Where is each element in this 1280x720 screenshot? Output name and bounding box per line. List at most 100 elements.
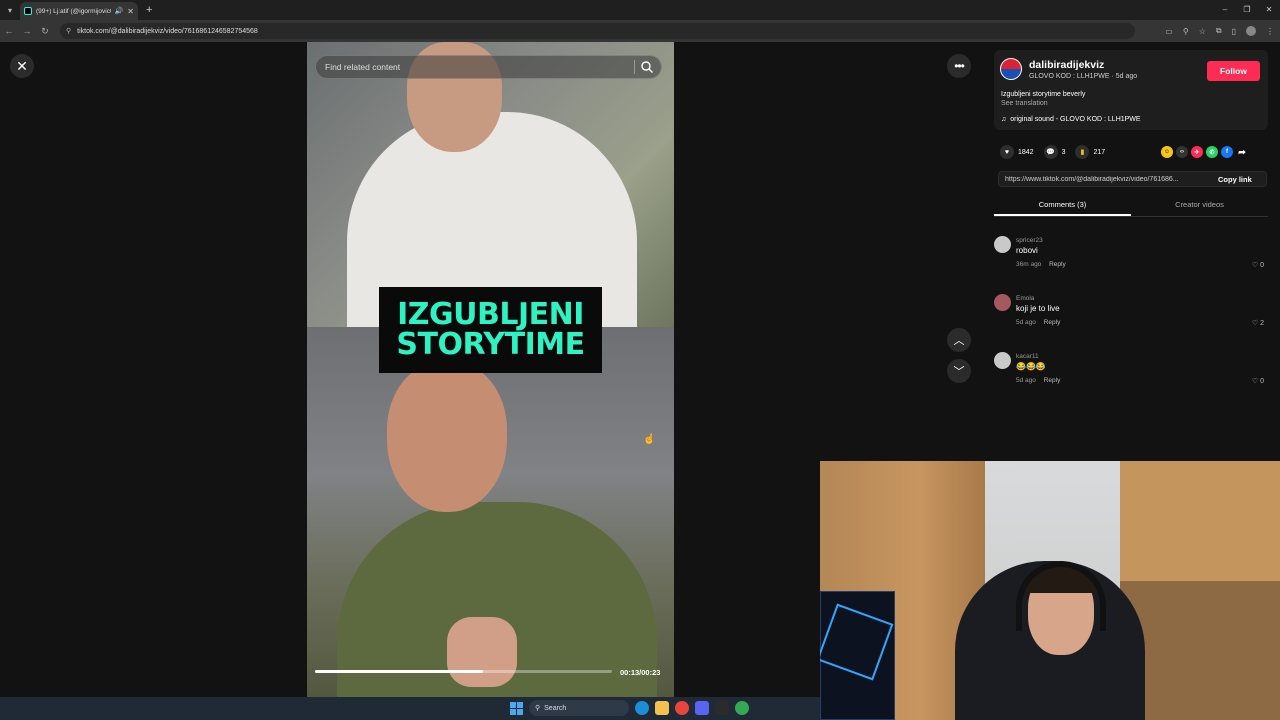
extensions-icon[interactable]: ⧉ — [1216, 26, 1222, 36]
overlay-line-2: STORYTIME — [396, 327, 585, 362]
search-input[interactable]: Find related content — [315, 55, 662, 79]
comment-username[interactable]: spricer23 — [1016, 237, 1043, 244]
video-player[interactable]: IZGUBLJENI STORYTIME — [307, 42, 674, 697]
tf-app-icon[interactable] — [715, 701, 729, 715]
tab-creator-videos[interactable]: Creator videos — [1131, 197, 1268, 216]
profile-avatar[interactable] — [1246, 26, 1256, 36]
whatsapp-icon[interactable]: ✆ — [1206, 146, 1218, 158]
like-count: 1842 — [1018, 148, 1034, 156]
video-overlay-title: IZGUBLJENI STORYTIME — [379, 287, 602, 373]
reply-button[interactable]: Reply — [1049, 261, 1066, 268]
browser-tabbar: ▾ (99+) Lj:atif (@igormijovic0: 🔊 ✕ + – … — [0, 0, 1280, 20]
sound-link[interactable]: ♫ original sound - GLOVO KOD : LLH1PWE — [1001, 116, 1141, 123]
overlay-line-1: IZGUBLJENI — [397, 297, 584, 332]
comment-like[interactable]: ♡ 0 — [1252, 261, 1264, 269]
reload-icon[interactable]: ↻ — [36, 26, 54, 37]
details-tabs: Comments (3) Creator videos — [994, 197, 1268, 217]
embed-icon[interactable]: ‹› — [1176, 146, 1188, 158]
video-link-text[interactable]: https://www.tiktok.com/@dalibiradijekviz… — [1005, 176, 1210, 183]
twitter-icon[interactable]: ✈ — [1191, 146, 1203, 158]
comment-username[interactable]: kacar11 — [1016, 353, 1039, 360]
address-bar: ← → ↻ ⚲ tiktok.com/@dalibiradijekviz/vid… — [0, 20, 1280, 42]
bookmark-star-icon[interactable]: ☆ — [1199, 27, 1206, 36]
windows-start-icon[interactable] — [510, 701, 523, 715]
discord-icon[interactable] — [695, 701, 709, 715]
video-progress-fill — [315, 670, 483, 673]
new-tab-icon[interactable]: + — [146, 4, 152, 16]
search-placeholder: Find related content — [325, 62, 401, 72]
comment-username[interactable]: Emola — [1016, 295, 1034, 302]
taskbar-search-icon: ⚲ — [535, 705, 541, 712]
video-link-row: https://www.tiktok.com/@dalibiradijekviz… — [998, 171, 1267, 187]
comment-avatar[interactable] — [994, 352, 1011, 369]
comment-avatar[interactable] — [994, 294, 1011, 311]
comment-item: kacar11 😂😂😂 5d ago Reply ♡ 0 — [994, 352, 1268, 392]
edge-icon[interactable] — [635, 701, 649, 715]
save-button[interactable]: ▮ 217 — [1075, 145, 1105, 159]
url-field[interactable]: ⚲ tiktok.com/@dalibiradijekviz/video/761… — [60, 23, 1135, 39]
tab-search-icon[interactable]: ▾ — [0, 0, 20, 20]
file-explorer-icon[interactable] — [655, 701, 669, 715]
chrome-alt-icon[interactable] — [735, 701, 749, 715]
copy-link-button[interactable]: Copy link — [1218, 175, 1252, 184]
comment-text: robovi — [1016, 246, 1038, 255]
comment-like-count: 0 — [1260, 378, 1264, 385]
like-button[interactable]: ♥ 1842 — [1000, 145, 1034, 159]
comment-text: koji je to live — [1016, 304, 1060, 313]
site-info-icon[interactable]: ⚲ — [66, 27, 71, 35]
window-close-icon[interactable]: ✕ — [1258, 0, 1280, 20]
facebook-icon[interactable]: f — [1221, 146, 1233, 158]
comment-text: 😂😂😂 — [1016, 362, 1046, 371]
video-top-frame — [307, 42, 674, 327]
comment-avatar[interactable] — [994, 236, 1011, 253]
see-translation-link[interactable]: See translation — [1001, 100, 1048, 107]
taskbar-search[interactable]: ⚲ Search — [529, 700, 629, 716]
tab-close-icon[interactable]: ✕ — [127, 7, 134, 16]
share-icons: ☺ ‹› ✈ ✆ f ➦ — [1161, 146, 1248, 158]
maximize-icon[interactable]: ❐ — [1236, 0, 1258, 20]
creator-info-card: dalibiradijekviz GLOVO KOD : LLH1PWE · 5… — [994, 50, 1268, 130]
chrome-icon[interactable] — [675, 701, 689, 715]
share-arrow-icon[interactable]: ➦ — [1236, 146, 1248, 158]
music-note-icon: ♫ — [1001, 116, 1007, 123]
comment-button[interactable]: 💬 3 — [1043, 145, 1065, 159]
back-icon[interactable]: ← — [0, 26, 18, 36]
browser-tab[interactable]: (99+) Lj:atif (@igormijovic0: 🔊 ✕ — [20, 2, 138, 20]
previous-video-icon[interactable]: ︿ — [947, 328, 971, 352]
comment-item: spricer23 robovi 36m ago Reply ♡ 0 — [994, 236, 1268, 276]
comment-like[interactable]: ♡ 0 — [1252, 377, 1264, 385]
repost-icon[interactable]: ☺ — [1161, 146, 1173, 158]
tab-comments[interactable]: Comments (3) — [994, 197, 1131, 216]
comment-like-count: 0 — [1260, 262, 1264, 269]
video-description: Izgubljeni storytime beverly — [1001, 91, 1086, 98]
comment-time: 5d ago — [1016, 319, 1036, 326]
tiktok-favicon-icon — [24, 7, 32, 15]
video-progress-bar[interactable] — [315, 670, 612, 673]
follow-button[interactable]: Follow — [1207, 61, 1260, 81]
reply-button[interactable]: Reply — [1044, 319, 1061, 326]
url-text: tiktok.com/@dalibiradijekviz/video/76168… — [77, 27, 258, 35]
comment-icon: 💬 — [1043, 145, 1058, 159]
close-icon[interactable]: ✕ — [10, 54, 34, 78]
stats-row: ♥ 1842 💬 3 ▮ 217 — [1000, 144, 1115, 160]
search-icon[interactable] — [640, 60, 654, 74]
comment-like-count: 2 — [1260, 320, 1264, 327]
creator-username[interactable]: dalibiradijekviz — [1029, 59, 1104, 71]
browser-menu-icon[interactable]: ⋮ — [1266, 27, 1274, 36]
comment-like[interactable]: ♡ 2 — [1252, 319, 1264, 327]
zoom-icon[interactable]: ⚲ — [1183, 27, 1189, 36]
sidebar-icon[interactable]: ▯ — [1232, 27, 1236, 36]
pc-case — [820, 591, 895, 720]
cast-icon[interactable]: ▭ — [1165, 27, 1173, 36]
creator-avatar[interactable] — [1000, 58, 1022, 80]
reply-button[interactable]: Reply — [1044, 377, 1061, 384]
bookmark-icon: ▮ — [1075, 145, 1090, 159]
tab-title: (99+) Lj:atif (@igormijovic0: — [36, 7, 111, 15]
sound-name: original sound - GLOVO KOD : LLH1PWE — [1010, 116, 1141, 123]
forward-icon[interactable]: → — [18, 26, 36, 36]
more-options-icon[interactable]: ••• — [947, 54, 971, 78]
taskbar-search-label: Search — [544, 704, 567, 712]
minimize-icon[interactable]: – — [1214, 0, 1236, 20]
audio-icon[interactable]: 🔊 — [115, 7, 124, 15]
next-video-icon[interactable]: ﹀ — [947, 359, 971, 383]
